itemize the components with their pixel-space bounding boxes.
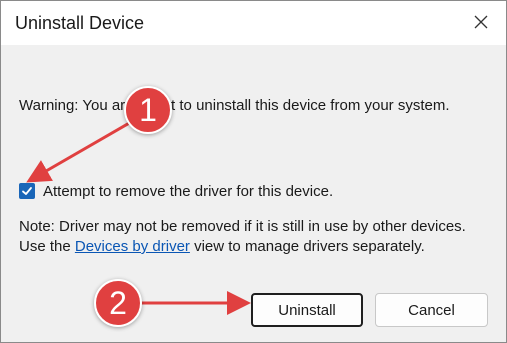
close-button[interactable]: [468, 9, 494, 35]
remove-driver-checkbox[interactable]: [19, 183, 35, 199]
checkmark-icon: [22, 187, 32, 195]
warning-text: Warning: You are about to uninstall this…: [19, 97, 450, 114]
note-suffix: view to manage drivers separately.: [189, 238, 425, 255]
devices-by-driver-link[interactable]: Devices by driver: [75, 238, 190, 255]
remove-driver-checkbox-row[interactable]: Attempt to remove the driver for this de…: [19, 181, 333, 201]
dialog-title: Uninstall Device: [15, 13, 145, 33]
cancel-button[interactable]: Cancel: [375, 293, 488, 327]
close-icon: [474, 15, 488, 29]
note-text: Note: Driver may not be removed if it is…: [19, 217, 489, 257]
annotation-badge-1: 1: [124, 86, 172, 134]
uninstall-button[interactable]: Uninstall: [251, 293, 363, 327]
remove-driver-label[interactable]: Attempt to remove the driver for this de…: [43, 183, 333, 200]
uninstall-device-dialog: Uninstall Device Warning: You are about …: [0, 0, 507, 343]
title-bar: Uninstall Device: [1, 1, 506, 45]
annotation-badge-2: 2: [94, 279, 142, 327]
